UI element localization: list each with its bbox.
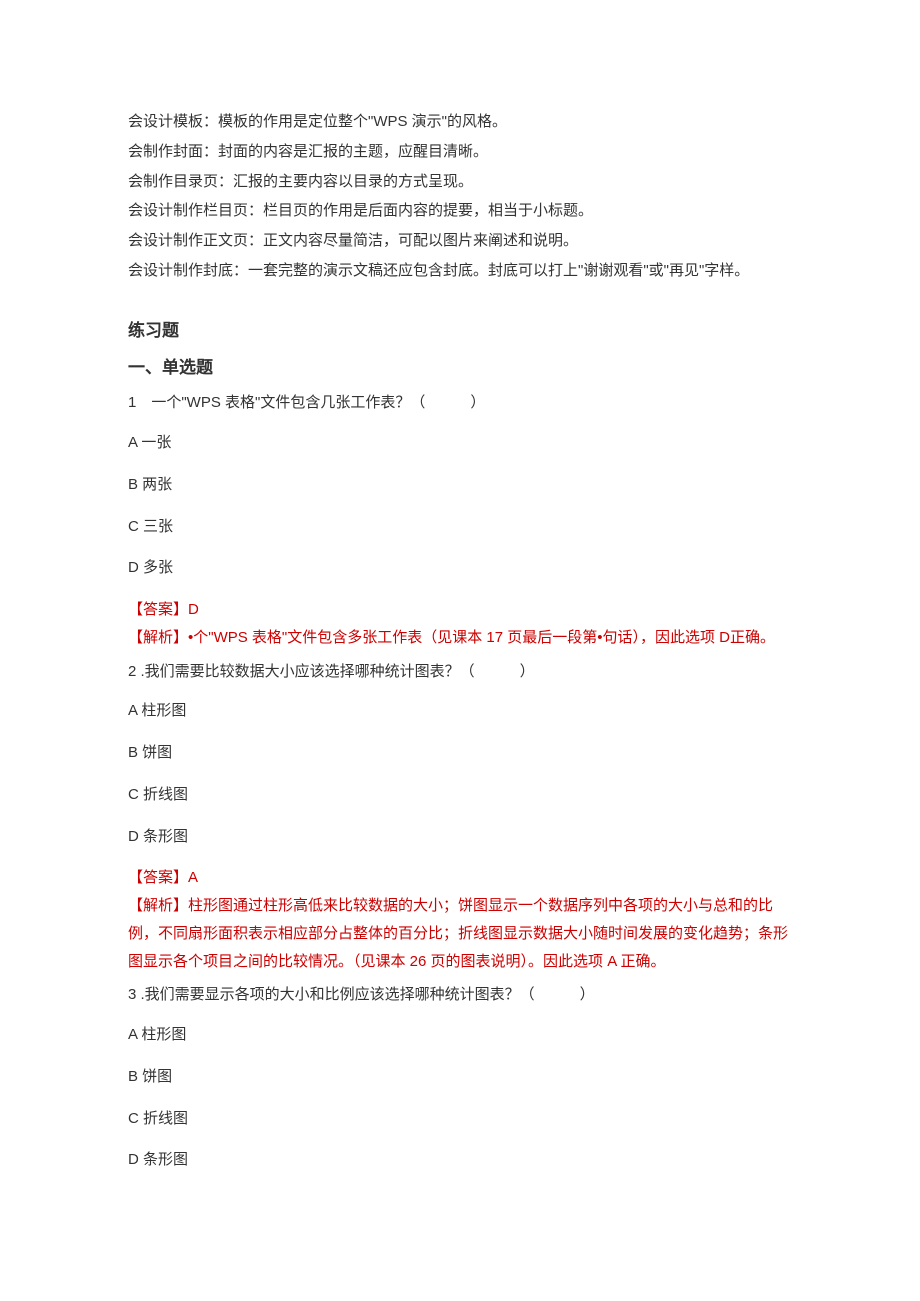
option-a: A 一张 <box>128 429 792 457</box>
question-stem: 2 .我们需要比较数据大小应该选择哪种统计图表？（ ） <box>128 658 792 686</box>
option-a: A 柱形图 <box>128 1021 792 1049</box>
answer-explanation: 【解析】•个"WPS 表格"文件包含多张工作表（见课本 17 页最后一段第•句话… <box>128 624 792 652</box>
option-a: A 柱形图 <box>128 697 792 725</box>
exercises-heading: 练习题 <box>128 315 792 346</box>
intro-line: 会制作目录页：汇报的主要内容以目录的方式呈现。 <box>128 168 792 196</box>
intro-line: 会设计制作封底：一套完整的演示文稿还应包含封底。封底可以打上"谢谢观看"或"再见… <box>128 257 792 285</box>
intro-line: 会制作封面：封面的内容是汇报的主题，应醒目清晰。 <box>128 138 792 166</box>
single-choice-heading: 一、单选题 <box>128 352 792 383</box>
question-stem: 3 .我们需要显示各项的大小和比例应该选择哪种统计图表？（ ） <box>128 981 792 1009</box>
option-d: D 多张 <box>128 554 792 582</box>
intro-line: 会设计制作栏目页：栏目页的作用是后面内容的提要，相当于小标题。 <box>128 197 792 225</box>
option-d: D 条形图 <box>128 823 792 851</box>
option-b: B 饼图 <box>128 739 792 767</box>
answer-explanation: 【解析】柱形图通过柱形高低来比较数据的大小；饼图显示一个数据序列中各项的大小与总… <box>128 892 792 975</box>
option-d: D 条形图 <box>128 1146 792 1174</box>
question-stem: 1 一个"WPS 表格"文件包含几张工作表？（ ） <box>128 389 792 417</box>
answer-label: 【答案】A <box>128 864 792 892</box>
intro-block: 会设计模板：模板的作用是定位整个"WPS 演示"的风格。 会制作封面：封面的内容… <box>128 108 792 285</box>
option-c: C 三张 <box>128 513 792 541</box>
option-b: B 饼图 <box>128 1063 792 1091</box>
intro-line: 会设计制作正文页：正文内容尽量简洁，可配以图片来阐述和说明。 <box>128 227 792 255</box>
option-c: C 折线图 <box>128 1105 792 1133</box>
intro-line: 会设计模板：模板的作用是定位整个"WPS 演示"的风格。 <box>128 108 792 136</box>
answer-label: 【答案】D <box>128 596 792 624</box>
answer-block: 【答案】A 【解析】柱形图通过柱形高低来比较数据的大小；饼图显示一个数据序列中各… <box>128 864 792 975</box>
option-b: B 两张 <box>128 471 792 499</box>
option-c: C 折线图 <box>128 781 792 809</box>
answer-block: 【答案】D 【解析】•个"WPS 表格"文件包含多张工作表（见课本 17 页最后… <box>128 596 792 652</box>
